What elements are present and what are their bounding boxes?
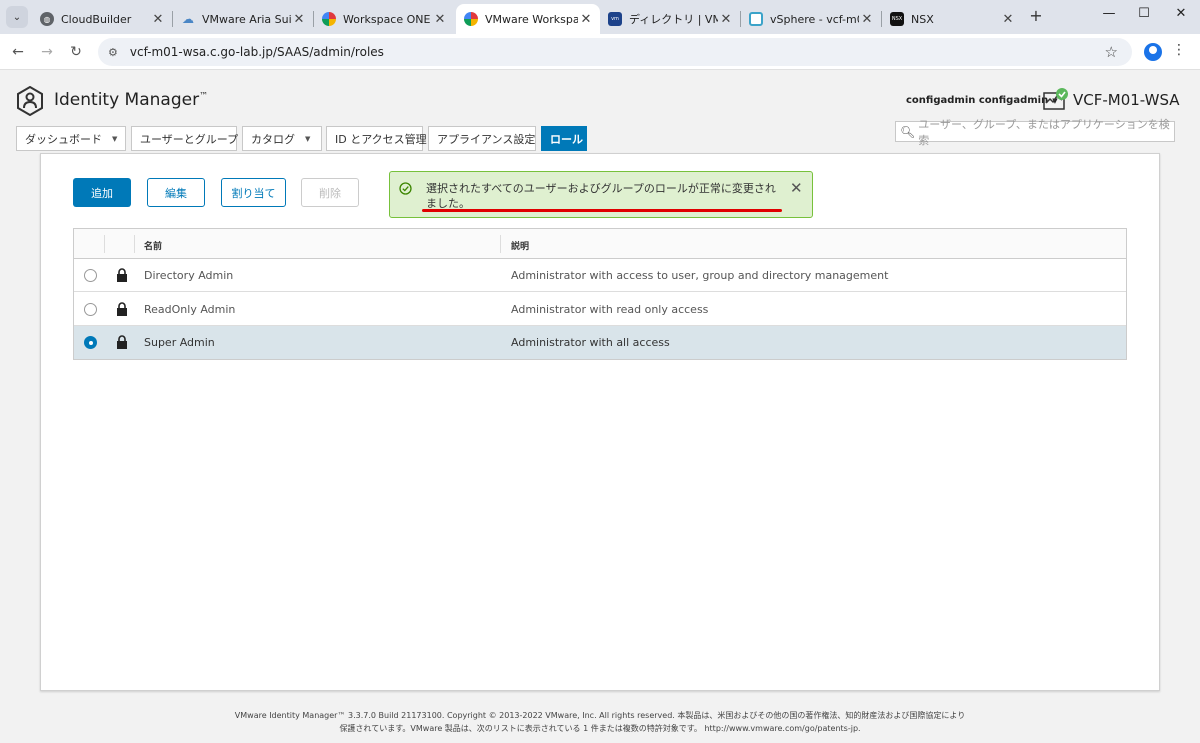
column-header-description[interactable]: 説明	[511, 239, 529, 252]
workspace-one-icon	[322, 12, 336, 26]
reload-icon[interactable]: ↻	[66, 42, 86, 62]
vmware-icon: vm	[608, 12, 622, 26]
chevron-down-icon: ▼	[305, 134, 311, 143]
app-header: Identity Manager™ configadmin configadmi…	[0, 71, 1200, 153]
chevron-down-icon: ▼	[112, 134, 118, 143]
tab-users-groups[interactable]: ユーザーとグループ	[131, 126, 238, 151]
column-header-name[interactable]: 名前	[144, 239, 162, 252]
close-icon[interactable]: ✕	[432, 12, 448, 27]
table-row[interactable]: ReadOnly Admin Administrator with read o…	[74, 293, 1126, 326]
role-description: Administrator with all access	[511, 336, 670, 349]
vsphere-icon	[749, 12, 763, 26]
globe-icon: ◍	[40, 12, 54, 26]
tab-appliance-settings[interactable]: アプライアンス設定	[428, 126, 536, 151]
role-name: Super Admin	[144, 336, 215, 349]
url-input[interactable]: ⚙ vcf-m01-wsa.c.go-lab.jp/SAAS/admin/rol…	[98, 38, 1132, 66]
window-close-icon[interactable]: ✕	[1166, 6, 1196, 26]
nsx-icon: NSX	[890, 12, 904, 26]
search-input[interactable]: 🔍︎ ユーザー、グループ、またはアプリケーションを検索	[895, 118, 1175, 147]
tenant-status-icon	[1043, 88, 1068, 110]
table-row[interactable]: Super Admin Administrator with all acces…	[74, 326, 1126, 359]
roles-table: 名前 説明 Directory Admin Administrator with…	[73, 228, 1127, 360]
close-icon[interactable]: ✕	[291, 12, 307, 27]
browser-tab-bar: ⌄ ◍ CloudBuilder ✕ ☁ VMware Aria Suite ✕…	[0, 0, 1200, 34]
forward-icon[interactable]: →	[37, 42, 57, 62]
lock-icon	[117, 268, 127, 282]
lock-icon	[117, 335, 127, 349]
bookmark-star-icon[interactable]: ☆	[1105, 43, 1118, 61]
cloud-icon: ☁	[182, 12, 194, 26]
close-icon[interactable]: ✕	[578, 12, 594, 27]
role-name: Directory Admin	[144, 269, 234, 282]
row-radio[interactable]	[84, 303, 97, 316]
address-bar: ← → ↻ ⚙ vcf-m01-wsa.c.go-lab.jp/SAAS/adm…	[0, 34, 1200, 70]
browser-tab-vmware-workspace[interactable]: VMware Workspace ✕	[456, 4, 600, 34]
edit-button[interactable]: 編集	[147, 178, 205, 207]
role-name: ReadOnly Admin	[144, 303, 236, 316]
browser-tab-workspace-one[interactable]: Workspace ONE ✕	[314, 4, 454, 34]
alert-message: 選択されたすべてのユーザーおよびグループのロールが正常に変更されました。	[426, 182, 776, 210]
page-footer: VMware Identity Manager™ 3.3.7.0 Build 2…	[0, 709, 1200, 735]
close-icon[interactable]: ✕	[150, 12, 166, 27]
lock-icon	[117, 302, 127, 316]
maximize-icon[interactable]: ☐	[1129, 6, 1159, 26]
footer-copyright: VMware Identity Manager™ 3.3.7.0 Build 2…	[234, 711, 966, 720]
role-description: Administrator with access to user, group…	[511, 269, 889, 282]
tab-search-icon[interactable]: ⌄	[6, 6, 28, 28]
browser-tab-nsx[interactable]: NSX NSX ✕	[882, 4, 1022, 34]
row-radio[interactable]	[84, 336, 97, 349]
search-icon: 🔍︎	[900, 124, 916, 139]
add-button[interactable]: 追加	[73, 178, 131, 207]
new-tab-icon[interactable]: +	[1026, 6, 1046, 26]
tab-identity-access[interactable]: ID とアクセス管理	[326, 126, 427, 151]
tab-roles[interactable]: ロール	[541, 126, 587, 151]
tab-catalog[interactable]: カタログ ▼	[242, 126, 322, 151]
app-title: Identity Manager™	[54, 90, 209, 110]
close-icon[interactable]: ✕	[859, 12, 875, 27]
highlight-underline	[422, 209, 782, 212]
table-header: 名前 説明	[74, 229, 1126, 259]
footer-patents: 保護されています。VMware 製品は、次のリストに表示されている 1 件または…	[339, 724, 861, 733]
table-row[interactable]: Directory Admin Administrator with acces…	[74, 259, 1126, 292]
row-radio[interactable]	[84, 269, 97, 282]
role-description: Administrator with read only access	[511, 303, 709, 316]
browser-menu-icon[interactable]: ⋮	[1172, 42, 1186, 58]
browser-tab-vsphere[interactable]: vSphere - vcf-m01- ✕	[741, 4, 881, 34]
back-icon[interactable]: ←	[8, 42, 28, 62]
close-icon[interactable]: ✕	[718, 12, 734, 27]
browser-tab-directory[interactable]: vm ディレクトリ | VMware ✕	[600, 4, 740, 34]
assign-button[interactable]: 割り当て	[221, 178, 286, 207]
roles-panel: 追加 編集 割り当て 削除 選択されたすべてのユーザーおよびグループのロールが正…	[40, 153, 1160, 691]
identity-manager-logo-icon	[17, 86, 43, 116]
user-menu[interactable]: configadmin configadmin ▼	[906, 95, 1058, 106]
site-settings-icon[interactable]: ⚙	[108, 46, 118, 59]
close-icon[interactable]: ✕	[1000, 12, 1016, 27]
tenant-name: VCF-M01-WSA	[1073, 91, 1180, 109]
success-check-icon	[399, 182, 412, 195]
tab-dashboard[interactable]: ダッシュボード ▼	[16, 126, 126, 151]
alert-close-icon[interactable]: ✕	[790, 179, 803, 197]
browser-tab-aria[interactable]: ☁ VMware Aria Suite ✕	[173, 4, 313, 34]
minimize-icon[interactable]: —	[1094, 6, 1124, 26]
workspace-one-icon	[464, 12, 478, 26]
browser-tab-cloudbuilder[interactable]: ◍ CloudBuilder ✕	[32, 4, 172, 34]
delete-button: 削除	[301, 178, 359, 207]
url-text: vcf-m01-wsa.c.go-lab.jp/SAAS/admin/roles	[129, 45, 384, 59]
profile-avatar[interactable]	[1144, 43, 1162, 61]
